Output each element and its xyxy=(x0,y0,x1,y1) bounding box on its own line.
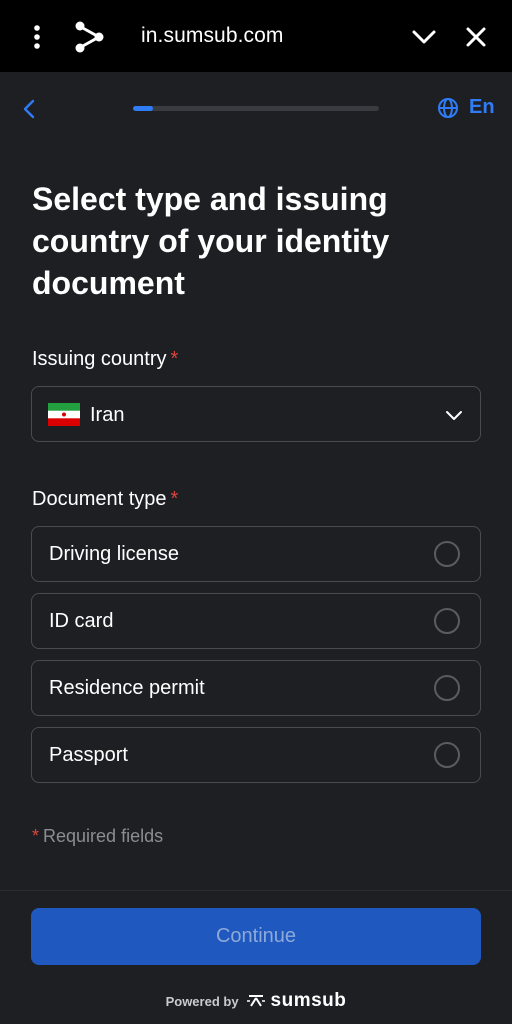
country-value: Iran xyxy=(90,404,125,426)
option-id-card[interactable]: ID card xyxy=(31,593,481,649)
option-label: Passport xyxy=(49,744,128,766)
url-text[interactable]: in.sumsub.com xyxy=(141,24,284,48)
browser-toolbar: in.sumsub.com xyxy=(0,0,512,72)
chevron-down-icon[interactable] xyxy=(409,22,439,52)
footer-divider xyxy=(0,890,512,891)
radio-button[interactable] xyxy=(434,742,460,768)
required-fields-note: * Required fields xyxy=(32,826,163,847)
powered-by-text: Powered by xyxy=(165,993,239,1009)
option-label: ID card xyxy=(49,610,114,632)
option-label: Residence permit xyxy=(49,677,205,699)
radio-button[interactable] xyxy=(434,541,460,567)
continue-button[interactable]: Continue xyxy=(31,908,481,965)
required-asterisk: * xyxy=(32,826,40,846)
option-residence-permit[interactable]: Residence permit xyxy=(31,660,481,716)
radio-button[interactable] xyxy=(434,675,460,701)
country-select[interactable]: Iran xyxy=(31,386,481,442)
document-type-label-text: Document type xyxy=(32,488,167,510)
powered-by: Powered by sumsub xyxy=(0,990,512,1012)
issuing-country-label-text: Issuing country xyxy=(32,348,167,370)
issuing-country-label: Issuing country * xyxy=(32,348,178,371)
language-label: En xyxy=(469,96,495,118)
option-label: Driving license xyxy=(49,543,180,565)
option-passport[interactable]: Passport xyxy=(31,727,481,783)
sumsub-logo-icon xyxy=(246,995,265,1007)
document-type-label: Document type * xyxy=(32,488,178,511)
required-asterisk: * xyxy=(170,348,179,370)
more-vert-icon[interactable] xyxy=(26,22,48,52)
required-asterisk: * xyxy=(170,488,179,510)
brand-name: sumsub xyxy=(270,990,347,1011)
back-arrow-icon[interactable] xyxy=(18,97,40,121)
iran-flag-icon xyxy=(48,403,80,426)
progress-bar xyxy=(133,106,379,111)
required-fields-text: Required fields xyxy=(43,826,164,846)
share-icon[interactable] xyxy=(72,20,106,54)
page-title: Select type and issuing country of your … xyxy=(32,181,390,301)
radio-button[interactable] xyxy=(434,608,460,634)
language-selector[interactable]: En xyxy=(437,96,495,119)
globe-icon xyxy=(438,97,458,118)
option-driving-license[interactable]: Driving license xyxy=(31,526,481,582)
chevron-down-icon xyxy=(446,411,462,420)
close-icon[interactable] xyxy=(461,22,491,52)
progress-fill xyxy=(133,106,153,111)
